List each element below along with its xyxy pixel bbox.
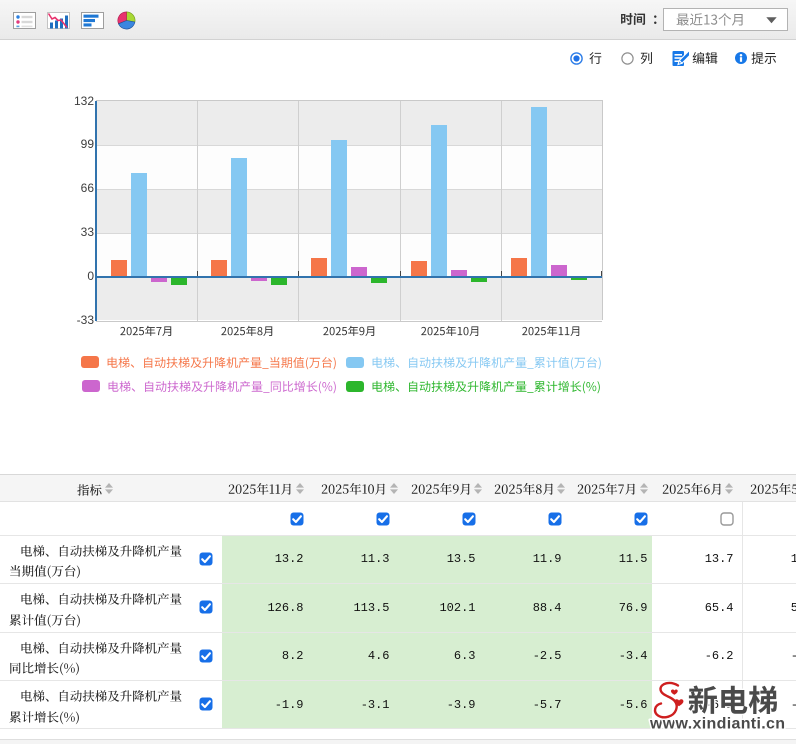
svg-text:www.xindianti.cn: www.xindianti.cn — [649, 716, 785, 733]
